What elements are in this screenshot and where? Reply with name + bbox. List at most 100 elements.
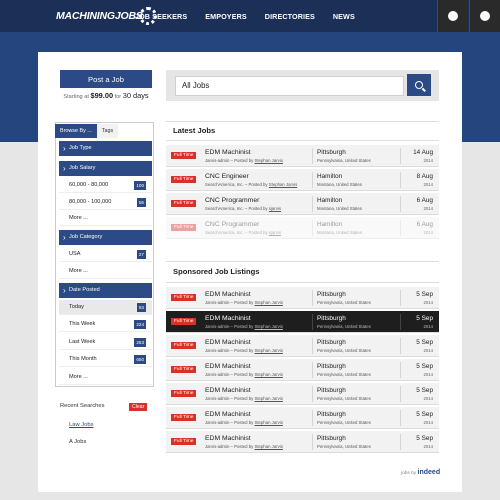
job-date: 5 Sep: [416, 387, 433, 394]
filter-row[interactable]: This Month 650: [59, 352, 152, 367]
job-posted-by: Posted by: [248, 182, 268, 187]
job-city: Pittsburgh: [317, 315, 346, 322]
filter-row-label: More ...: [69, 374, 88, 380]
filter-head-job-type[interactable]: Job Type: [59, 141, 152, 156]
column-divider: [400, 148, 401, 164]
job-meta: Jarvis-admin – Posted by Stephan Jarvis: [205, 444, 283, 449]
latest-jobs-title: Latest Jobs: [173, 126, 216, 135]
column-divider: [312, 148, 313, 164]
search-button[interactable]: [407, 74, 431, 96]
user-profile-button[interactable]: [469, 0, 500, 32]
nav-directories[interactable]: DIRECTORIES: [265, 12, 315, 21]
job-title[interactable]: EDM Machinist: [205, 435, 251, 442]
job-title[interactable]: EDM Machinist: [205, 291, 251, 298]
job-poster[interactable]: Stephan Jarvis: [254, 444, 282, 449]
job-type-badge: Full Time: [171, 294, 197, 301]
job-poster[interactable]: Stephan Jarvis: [254, 372, 282, 377]
filter-row[interactable]: 80,000 - 100,000 56: [59, 195, 152, 210]
column-divider: [312, 386, 313, 402]
job-title[interactable]: EDM Machinist: [205, 339, 251, 346]
job-title[interactable]: EDM Machinist: [205, 411, 251, 418]
tab-browse-by[interactable]: Browse By ...: [55, 124, 97, 138]
job-city: Pittsburgh: [317, 363, 346, 370]
filter-row-more[interactable]: More ...: [59, 264, 152, 279]
job-row[interactable]: Full Time EDM Machinist Jarvis-admin – Pos…: [166, 407, 439, 429]
job-poster[interactable]: Stephan Jarvis: [269, 182, 297, 187]
column-divider: [312, 196, 313, 212]
filter-head-date-posted[interactable]: Date Posted: [59, 283, 152, 298]
job-poster[interactable]: Stephan Jarvis: [254, 158, 282, 163]
column-divider: [400, 434, 401, 450]
job-poster[interactable]: sjarvis: [269, 206, 281, 211]
divider: [166, 121, 439, 122]
column-divider: [312, 434, 313, 450]
job-poster[interactable]: Stephan Jarvis: [254, 420, 282, 425]
jobs-by-indeed[interactable]: jobs by indeed: [401, 469, 440, 476]
job-row[interactable]: Full Time EDM Machinist Jarvis-admin – Pos…: [166, 311, 439, 333]
filter-row[interactable]: Today 53: [59, 300, 152, 315]
user-settings-button[interactable]: [437, 0, 468, 32]
job-meta: Jarvis-admin – Posted by Stephan Jarvis: [205, 420, 283, 425]
filter-count: 53: [136, 303, 146, 312]
column-divider: [400, 290, 401, 306]
job-poster[interactable]: Stephan Jarvis: [254, 324, 282, 329]
recent-search-item[interactable]: A Jobs: [69, 439, 86, 445]
job-poster[interactable]: Stephan Jarvis: [254, 300, 282, 305]
filter-row-more[interactable]: More ...: [59, 370, 152, 385]
nav-news[interactable]: NEWS: [333, 12, 355, 21]
job-poster[interactable]: sjarvis: [269, 230, 281, 235]
job-type-badge: Full Time: [171, 438, 197, 445]
filter-head-job-salary[interactable]: Job Salary: [59, 161, 152, 176]
job-row[interactable]: Full Time EDM Machinist Jarvis-admin – Pos…: [166, 383, 439, 405]
filter-row[interactable]: Last Week 253: [59, 335, 152, 350]
filter-row-label: 80,000 - 100,000: [69, 199, 112, 205]
job-row[interactable]: Full Time CNC Programmer SearchAmerica, In…: [166, 217, 439, 239]
post-job-button[interactable]: Post a Job: [60, 70, 152, 88]
filter-row[interactable]: This Week 224: [59, 317, 152, 332]
job-title[interactable]: EDM Machinist: [205, 149, 251, 156]
job-row[interactable]: Full Time EDM Machinist Jarvis-admin – Pos…: [166, 287, 439, 309]
filter-row-label: More ...: [69, 268, 88, 274]
job-title[interactable]: CNC Programmer: [205, 221, 259, 228]
column-divider: [400, 338, 401, 354]
job-title[interactable]: EDM Machinist: [205, 315, 251, 322]
tab-tags[interactable]: Tags: [96, 124, 119, 138]
job-row[interactable]: Full Time CNC Engineer SearchAmerica, Inc.…: [166, 169, 439, 191]
job-state: Pennsylvania, United States: [317, 396, 371, 401]
job-title[interactable]: CNC Programmer: [205, 197, 259, 204]
recent-search-item[interactable]: Law Jobs: [69, 422, 94, 428]
search-input[interactable]: All Jobs: [175, 76, 404, 96]
job-state: Montana, United States: [317, 230, 362, 235]
job-city: Pittsburgh: [317, 149, 346, 156]
clear-recent-button[interactable]: Clear: [129, 403, 148, 411]
job-title[interactable]: CNC Engineer: [205, 173, 249, 180]
job-posted-by: Posted by: [234, 158, 254, 163]
job-meta: SearchAmerica, Inc. – Posted by Stephan …: [205, 182, 298, 187]
job-type-badge: Full Time: [171, 390, 197, 397]
job-company: SearchAmerica, Inc.: [205, 230, 244, 235]
filter-row[interactable]: USA 27: [59, 247, 152, 262]
job-date: 5 Sep: [416, 291, 433, 298]
job-company: Jarvis-admin: [205, 396, 230, 401]
job-poster[interactable]: Stephan Jarvis: [254, 396, 282, 401]
job-company: SearchAmerica, Inc.: [205, 182, 244, 187]
job-row[interactable]: Full Time CNC Programmer SearchAmerica, In…: [166, 193, 439, 215]
filter-row-more[interactable]: More ...: [59, 211, 152, 226]
post-price-text: Starting at $99.00 for 30 days: [60, 91, 152, 100]
nav-job-seekers[interactable]: JOB SEEKERS: [135, 12, 187, 21]
nav-employers[interactable]: EMPOYERS: [205, 12, 247, 21]
job-row[interactable]: Full Time EDM Machinist Jarvis-admin – Pos…: [166, 335, 439, 357]
filter-row-label: Last Week: [69, 339, 96, 345]
job-title[interactable]: EDM Machinist: [205, 387, 251, 394]
job-row[interactable]: Full Time EDM Machinist Jarvis-admin – Pos…: [166, 145, 439, 167]
job-row[interactable]: Full Time EDM Machinist Jarvis-admin – Pos…: [166, 359, 439, 381]
filter-row[interactable]: 60,000 - 80,000 100: [59, 178, 152, 193]
job-state: Pennsylvania, United States: [317, 444, 371, 449]
filter-head-job-category[interactable]: Job Category: [59, 230, 152, 245]
job-date: 14 Aug: [413, 149, 433, 156]
job-row[interactable]: Full Time EDM Machinist Jarvis-admin – Pos…: [166, 431, 439, 453]
job-title[interactable]: EDM Machinist: [205, 363, 251, 370]
column-divider: [312, 314, 313, 330]
job-poster[interactable]: Stephan Jarvis: [254, 348, 282, 353]
filter-row-label: USA: [69, 251, 81, 257]
